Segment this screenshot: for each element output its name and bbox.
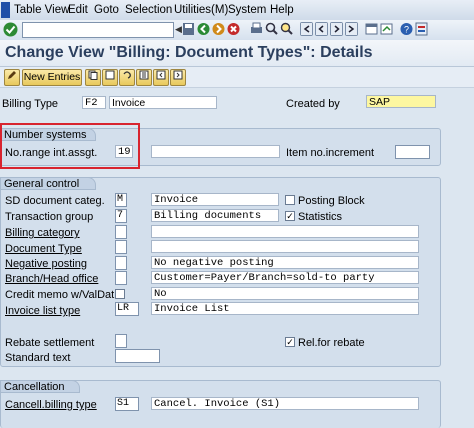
copy-icon — [88, 70, 98, 80]
pencil-icon — [8, 71, 16, 79]
billing-type-label: Billing Type — [2, 98, 59, 110]
previous-entry-icon — [156, 70, 166, 80]
credit-memo-checkbox[interactable] — [115, 289, 125, 299]
next-entry-icon — [173, 70, 183, 80]
delete-button[interactable] — [102, 69, 118, 86]
cancell-billing-type-field[interactable]: S1 — [115, 397, 139, 411]
previous-entry-button[interactable] — [153, 69, 169, 86]
branch-head-field[interactable] — [115, 271, 127, 285]
save-icon[interactable] — [182, 22, 195, 36]
command-field[interactable] — [22, 22, 174, 38]
posting-block-label: Posting Block — [298, 195, 365, 207]
print-icon[interactable] — [250, 22, 263, 36]
menu-system[interactable]: System — [228, 4, 266, 16]
credit-memo-desc: No — [151, 287, 419, 300]
invoice-list-type-desc: Invoice List — [151, 302, 419, 315]
find-icon[interactable] — [265, 22, 278, 36]
undo-button[interactable] — [119, 69, 135, 86]
new-session-icon[interactable] — [365, 22, 378, 36]
general-control-title: General control — [0, 177, 96, 190]
transaction-group-field[interactable]: 7 — [115, 209, 127, 223]
menu-goto[interactable]: Goto — [94, 4, 119, 16]
credit-memo-label: Credit memo w/ValDat — [5, 289, 115, 301]
document-type-label: Document Type — [5, 243, 82, 255]
new-entries-button[interactable]: New Entries — [22, 69, 82, 86]
menu-selection[interactable]: Selection — [125, 4, 172, 16]
sd-document-categ-label: SD document categ. — [5, 195, 105, 207]
last-page-icon[interactable] — [345, 22, 358, 36]
created-by-label: Created by — [286, 98, 340, 110]
negative-posting-label: Negative posting — [5, 258, 87, 270]
menu-utilities[interactable]: Utilities(M) — [174, 4, 228, 16]
menu-edit[interactable]: Edit — [68, 4, 88, 16]
document-type-field[interactable] — [115, 240, 127, 254]
invoice-list-type-label: Invoice list type — [5, 305, 81, 317]
billing-category-desc — [151, 225, 419, 238]
branch-head-label: Branch/Head office — [5, 273, 99, 285]
no-range-desc — [151, 145, 280, 158]
undo-icon — [123, 71, 131, 79]
billing-category-field[interactable] — [115, 225, 127, 239]
rebate-settlement-field[interactable] — [115, 334, 127, 348]
posting-block-checkbox[interactable] — [285, 195, 295, 205]
help-icon[interactable]: ? — [400, 22, 413, 36]
svg-text:?: ? — [404, 25, 409, 35]
delete-icon — [105, 70, 115, 80]
find-next-icon[interactable] — [280, 22, 293, 36]
shortcut-icon[interactable] — [380, 22, 393, 36]
branch-head-desc: Customer=Payer/Branch=sold-to party — [151, 271, 419, 284]
sd-document-categ-field[interactable]: M — [115, 193, 127, 207]
billing-category-label: Billing category — [5, 227, 80, 239]
transaction-group-label: Transaction group — [5, 211, 94, 223]
transaction-group-desc: Billing documents — [151, 209, 279, 222]
cancell-billing-type-label: Cancell.billing type — [5, 399, 97, 411]
standard-text-field[interactable] — [115, 349, 160, 363]
standard-text-label: Standard text — [5, 352, 71, 364]
item-increment-label: Item no.increment — [286, 147, 375, 159]
page-title: Change View "Billing: Document Types": D… — [5, 44, 373, 61]
invoice-list-type-field[interactable]: LR — [115, 302, 139, 316]
first-page-icon[interactable] — [300, 22, 313, 36]
sap-menu-icon[interactable] — [1, 2, 10, 18]
statistics-checkbox[interactable]: ✓ — [285, 211, 295, 221]
highlight-box — [0, 123, 140, 169]
item-increment-field[interactable] — [395, 145, 430, 159]
statistics-label: Statistics — [298, 211, 343, 223]
exit-icon[interactable] — [212, 22, 225, 36]
cancellation-title: Cancellation — [0, 380, 80, 393]
enter-check-icon[interactable] — [3, 22, 18, 37]
menu-table-view[interactable]: Table View — [14, 4, 69, 16]
menu-help[interactable]: Help — [270, 4, 294, 16]
select-icon — [139, 70, 149, 80]
negative-posting-desc: No negative posting — [151, 256, 419, 269]
created-by-field: SAP — [366, 95, 436, 108]
back-icon[interactable] — [197, 22, 210, 36]
negative-posting-field[interactable] — [115, 256, 127, 270]
rebate-settlement-label: Rebate settlement — [5, 337, 95, 349]
billing-type-desc: Invoice — [109, 96, 217, 109]
customize-layout-icon[interactable] — [415, 22, 428, 36]
cancell-billing-type-desc: Cancel. Invoice (S1) — [151, 397, 419, 410]
cancel-icon[interactable] — [227, 22, 240, 36]
copy-as-button[interactable] — [85, 69, 101, 86]
display-change-button[interactable] — [4, 69, 20, 86]
select-all-button[interactable] — [136, 69, 152, 86]
billing-type-field: F2 — [82, 96, 106, 109]
sd-document-categ-desc: Invoice — [151, 193, 279, 206]
rel-for-rebate-checkbox[interactable]: ✓ — [285, 337, 295, 347]
next-page-icon[interactable] — [330, 22, 343, 36]
command-dropdown-icon[interactable]: ◀ — [175, 24, 182, 35]
document-type-desc — [151, 240, 419, 253]
rel-for-rebate-label: Rel.for rebate — [298, 337, 365, 349]
next-entry-button[interactable] — [170, 69, 186, 86]
previous-page-icon[interactable] — [315, 22, 328, 36]
